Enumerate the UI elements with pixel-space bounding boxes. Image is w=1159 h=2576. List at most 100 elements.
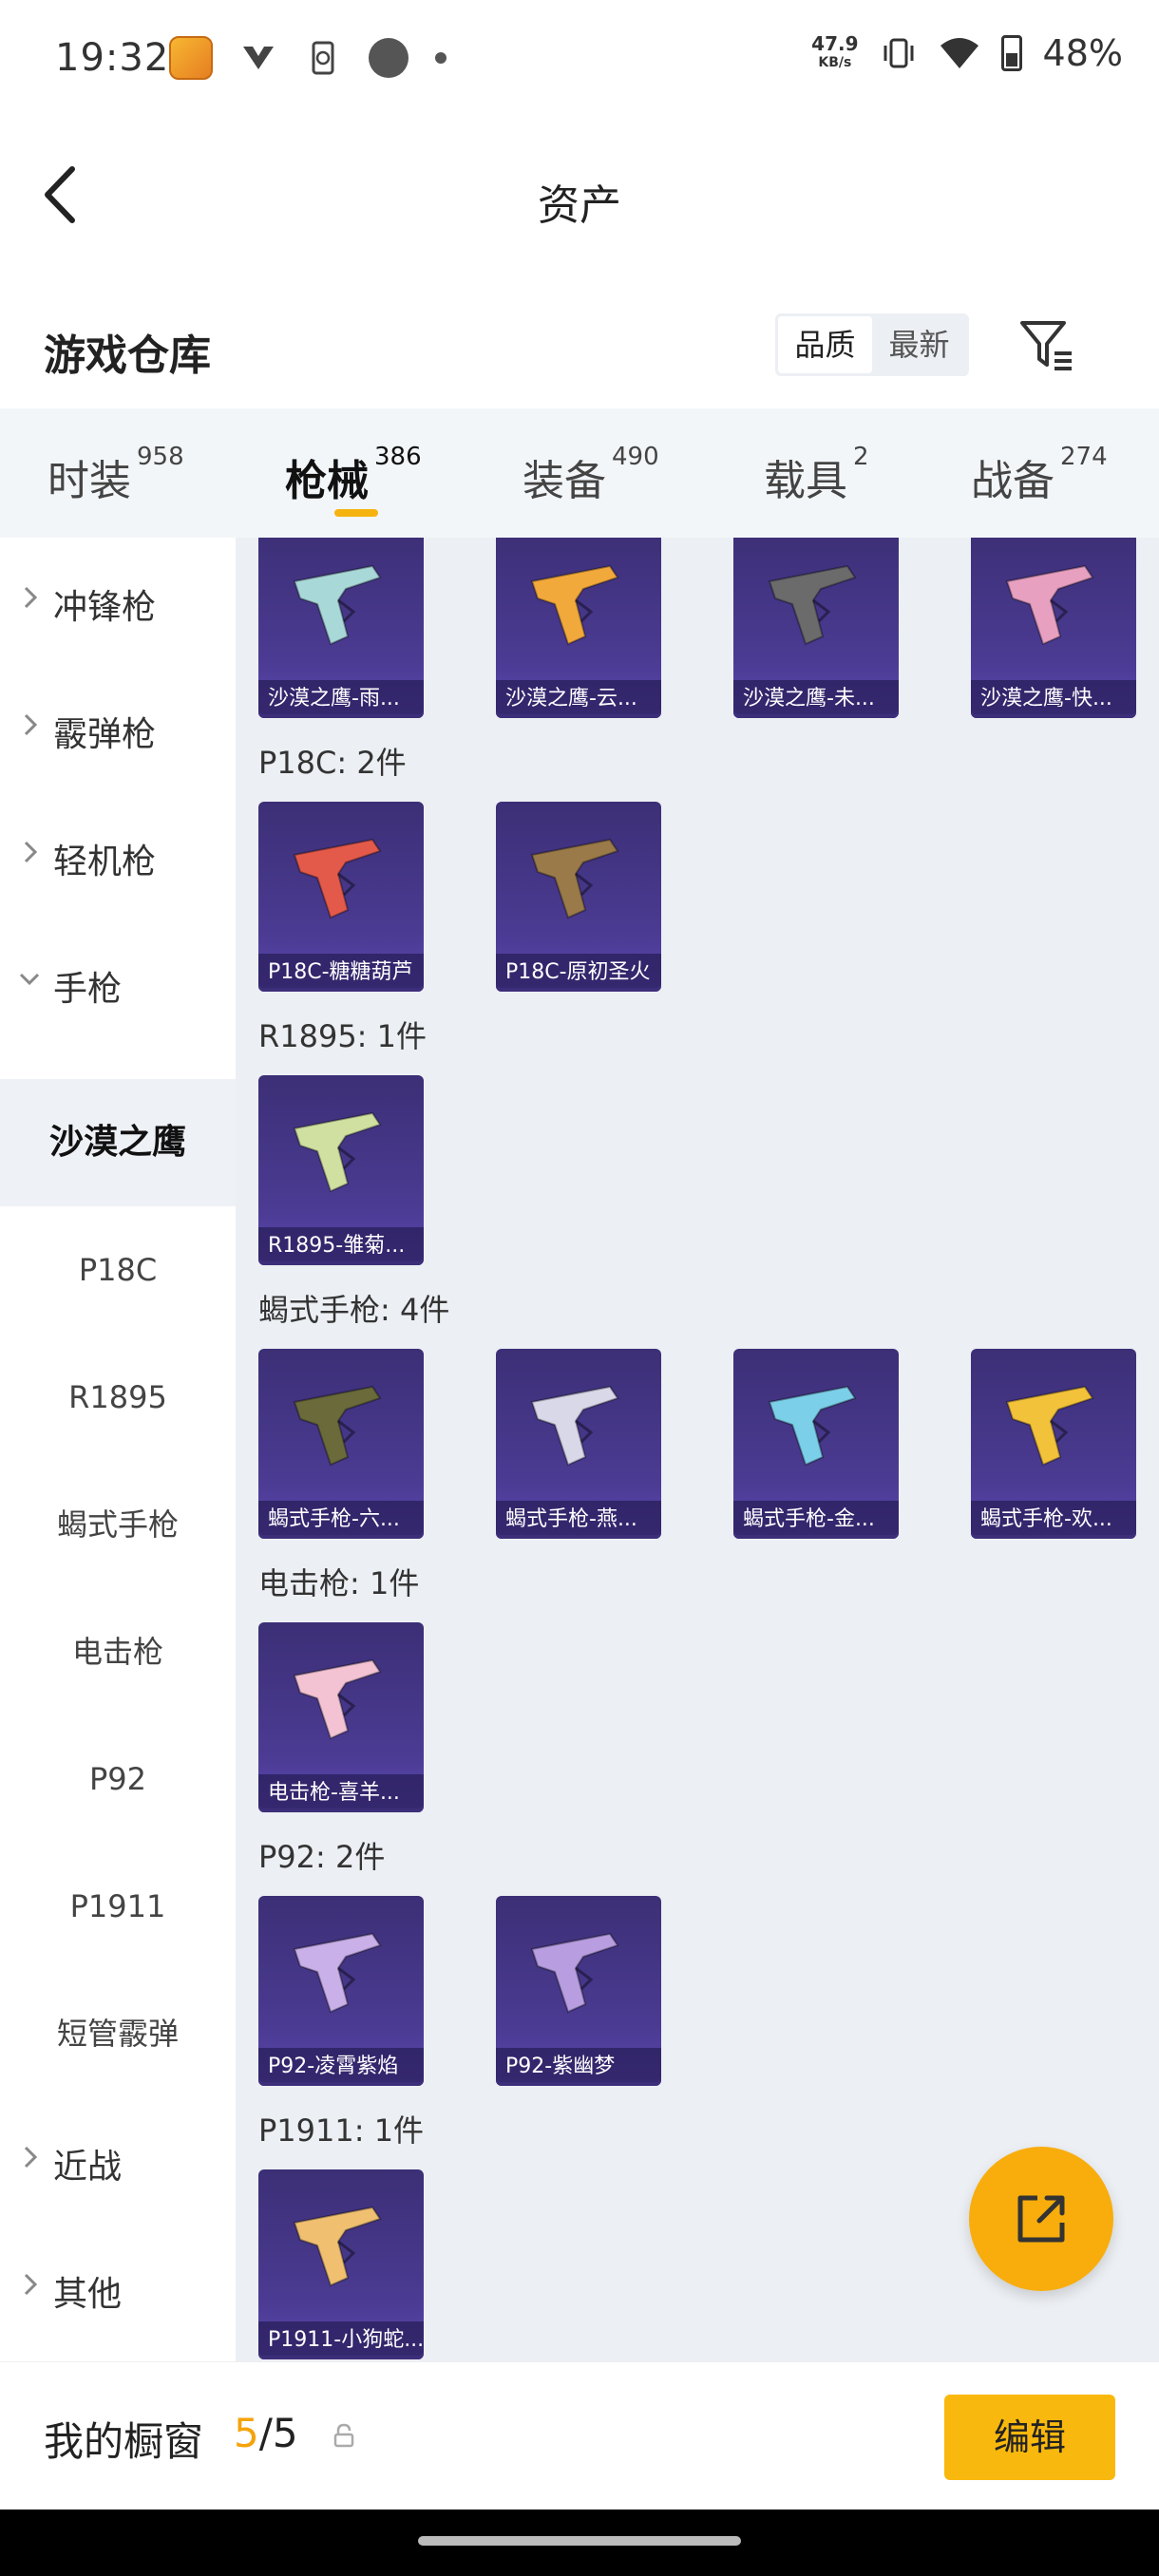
tab-label: 战备 bbox=[971, 457, 1054, 505]
group-title: 电击枪: 1件 bbox=[258, 1565, 420, 1601]
sidebar-sub-r1895[interactable]: R1895 bbox=[0, 1334, 236, 1461]
item-card[interactable]: P1911-小狗蛇... bbox=[258, 2169, 424, 2359]
pistol-icon bbox=[1005, 1385, 1094, 1467]
tab-label: 时装 bbox=[48, 457, 131, 505]
pistol-icon bbox=[1005, 564, 1094, 646]
sidebar-sub-stun-gun[interactable]: 电击枪 bbox=[0, 1588, 236, 1715]
item-card[interactable]: 蝎式手枪-燕... bbox=[496, 1349, 661, 1539]
chevron-right-icon bbox=[24, 713, 38, 736]
item-card[interactable]: 沙漠之鹰-雨... bbox=[258, 538, 424, 718]
status-right: 47.9 KB/s 48% bbox=[811, 32, 1123, 74]
showcase-count: 5/5 bbox=[234, 2410, 298, 2456]
item-card-label: 蝎式手枪-金... bbox=[733, 1501, 899, 1539]
vibrate-icon bbox=[884, 38, 914, 68]
sidebar-item-other[interactable]: 其他 bbox=[0, 2225, 236, 2352]
battery-percent: 48% bbox=[1042, 32, 1123, 74]
tab-firearms[interactable]: 枪械 386 bbox=[285, 443, 422, 507]
item-card[interactable]: 电击枪-喜羊... bbox=[258, 1622, 424, 1812]
pistol-icon bbox=[293, 1385, 382, 1467]
chevron-right-icon bbox=[24, 2273, 38, 2296]
sidebar-sub-skorpion[interactable]: 蝎式手枪 bbox=[0, 1461, 236, 1588]
pistol-icon bbox=[768, 564, 857, 646]
item-card-label: P92-紫幽梦 bbox=[496, 2048, 661, 2086]
sidebar-sub-sawed-off[interactable]: 短管霰弹 bbox=[0, 1970, 236, 2097]
chevron-down-icon bbox=[19, 973, 40, 986]
pistol-icon bbox=[293, 838, 382, 919]
item-card[interactable]: 沙漠之鹰-未... bbox=[733, 538, 899, 718]
item-card[interactable]: P92-凌霄紫焰 bbox=[258, 1896, 424, 2086]
pistol-icon bbox=[293, 2206, 382, 2287]
page-title: 资产 bbox=[538, 181, 621, 230]
lock-icon bbox=[333, 2423, 354, 2448]
tab-count: 2 bbox=[853, 443, 869, 471]
tab-count: 490 bbox=[612, 443, 659, 471]
tab-label: 枪械 bbox=[285, 457, 369, 505]
item-card-label: P1911-小狗蛇... bbox=[258, 2321, 424, 2359]
pistol-icon bbox=[530, 1385, 619, 1467]
tab-equipment[interactable]: 装备 490 bbox=[522, 443, 659, 507]
sidebar: 冲锋枪 霰弹枪 轻机枪 手枪 沙漠之鹰 P18C R1895 蝎式手枪 电击枪 … bbox=[0, 538, 236, 2361]
sidebar-item-label: 其他 bbox=[53, 2275, 123, 2314]
filter-button[interactable] bbox=[1016, 315, 1077, 376]
sidebar-sub-desert-eagle[interactable]: 沙漠之鹰 bbox=[0, 1079, 236, 1206]
item-card-label: R1895-雏菊... bbox=[258, 1227, 424, 1265]
sidebar-item-pistol[interactable]: 手枪 bbox=[0, 919, 236, 1047]
item-card-label: P18C-糖糖葫芦 bbox=[258, 954, 424, 992]
group-title: 蝎式手枪: 4件 bbox=[258, 1292, 450, 1328]
pistol-icon bbox=[530, 1932, 619, 2014]
vee-icon bbox=[239, 39, 277, 77]
sidebar-item-shotgun[interactable]: 霰弹枪 bbox=[0, 665, 236, 792]
sidebar-sub-p18c[interactable]: P18C bbox=[0, 1206, 236, 1334]
edit-button[interactable]: 编辑 bbox=[944, 2395, 1115, 2480]
item-card-label: 沙漠之鹰-云... bbox=[496, 680, 661, 718]
pistol-icon bbox=[530, 564, 619, 646]
filter-icon bbox=[1020, 321, 1072, 370]
status-notification-icons bbox=[169, 36, 446, 80]
share-fab-button[interactable] bbox=[969, 2147, 1113, 2291]
pistol-icon bbox=[768, 1385, 857, 1467]
showcase-current: 5 bbox=[234, 2410, 259, 2456]
home-gesture-handle[interactable] bbox=[418, 2536, 741, 2546]
sidebar-sub-p1911[interactable]: P1911 bbox=[0, 1843, 236, 1970]
tab-supplies[interactable]: 战备 274 bbox=[971, 443, 1108, 507]
item-card[interactable]: 蝎式手枪-欢... bbox=[971, 1349, 1136, 1539]
showcase-bar: 我的橱窗 5/5 编辑 bbox=[0, 2361, 1159, 2510]
sidebar-item-smg[interactable]: 冲锋枪 bbox=[0, 538, 236, 665]
section-header: 游戏仓库 品质 最新 bbox=[0, 294, 1159, 408]
showcase-total: /5 bbox=[258, 2410, 298, 2456]
tab-vehicles[interactable]: 载具 2 bbox=[764, 443, 869, 507]
pistol-icon bbox=[293, 564, 382, 646]
group-title: P18C: 2件 bbox=[258, 745, 407, 781]
tab-count: 274 bbox=[1060, 443, 1108, 471]
sort-newest-button[interactable]: 最新 bbox=[872, 316, 966, 373]
item-card[interactable]: 蝎式手枪-金... bbox=[733, 1349, 899, 1539]
item-card[interactable]: 沙漠之鹰-云... bbox=[496, 538, 661, 718]
sidebar-item-lmg[interactable]: 轻机枪 bbox=[0, 792, 236, 919]
item-card[interactable]: R1895-雏菊... bbox=[258, 1075, 424, 1265]
sidebar-sub-p92[interactable]: P92 bbox=[0, 1715, 236, 1843]
item-card-label: 蝎式手枪-六... bbox=[258, 1501, 424, 1539]
section-title: 游戏仓库 bbox=[44, 331, 211, 380]
item-card[interactable]: P18C-糖糖葫芦 bbox=[258, 802, 424, 992]
item-card-label: 沙漠之鹰-未... bbox=[733, 680, 899, 718]
item-card-label: P92-凌霄紫焰 bbox=[258, 2048, 424, 2086]
item-card-label: 沙漠之鹰-快... bbox=[971, 680, 1136, 718]
sidebar-item-label: 手枪 bbox=[53, 970, 123, 1009]
group-title: P1911: 1件 bbox=[258, 2112, 425, 2149]
pistol-icon bbox=[293, 1111, 382, 1193]
item-card[interactable]: 蝎式手枪-六... bbox=[258, 1349, 424, 1539]
network-speed-unit: KB/s bbox=[818, 55, 852, 70]
sidebar-item-melee[interactable]: 近战 bbox=[0, 2097, 236, 2225]
more-notifications-icon bbox=[435, 52, 446, 64]
item-card[interactable]: P18C-原初圣火 bbox=[496, 802, 661, 992]
sort-quality-button[interactable]: 品质 bbox=[778, 316, 872, 373]
network-speed-value: 47.9 bbox=[811, 32, 859, 55]
gesture-bar bbox=[0, 2510, 1159, 2576]
item-card[interactable]: 沙漠之鹰-快... bbox=[971, 538, 1136, 718]
item-card-label: P18C-原初圣火 bbox=[496, 954, 661, 992]
status-time: 19:32 bbox=[55, 36, 170, 80]
sidebar-item-label: 轻机枪 bbox=[53, 843, 157, 881]
item-card[interactable]: P92-紫幽梦 bbox=[496, 1896, 661, 2086]
tab-fashion[interactable]: 时装 958 bbox=[48, 443, 184, 507]
item-card-label: 蝎式手枪-欢... bbox=[971, 1501, 1136, 1539]
